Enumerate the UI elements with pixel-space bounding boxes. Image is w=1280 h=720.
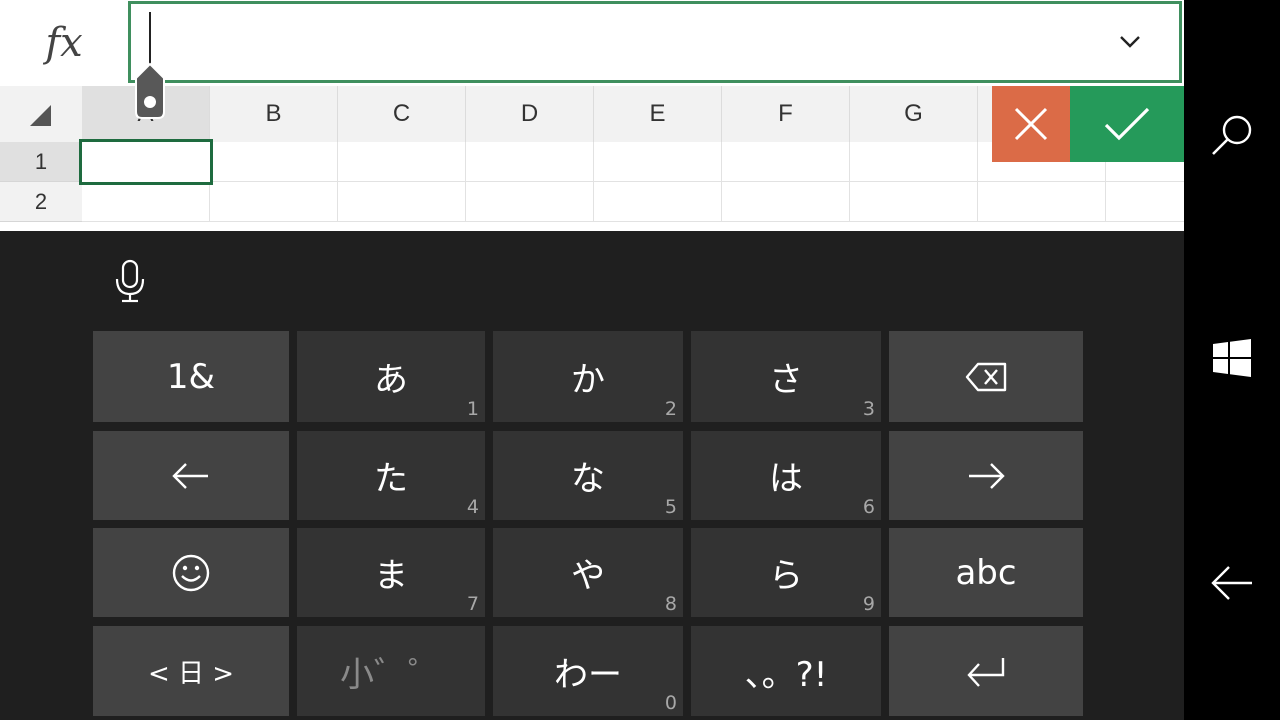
- key-enter[interactable]: [889, 626, 1083, 716]
- formula-input[interactable]: [128, 1, 1182, 83]
- key-wa-row[interactable]: わー 0: [493, 626, 683, 716]
- excel-app: fx A B C D E F G 1 2: [0, 0, 1184, 720]
- row-header-1[interactable]: 1: [0, 142, 82, 182]
- key-label: 、。?!: [744, 654, 828, 695]
- column-header-e[interactable]: E: [594, 86, 722, 142]
- key-cursor-right[interactable]: [889, 431, 1083, 520]
- key-small-dakuten[interactable]: 小゛゜: [297, 626, 485, 716]
- key-label: か: [571, 360, 605, 400]
- confirm-entry-button[interactable]: [1070, 86, 1184, 162]
- back-button[interactable]: [1184, 538, 1280, 628]
- key-numbers-symbols[interactable]: 1&: [93, 331, 289, 422]
- cell-g2[interactable]: [850, 182, 978, 222]
- cell-f1[interactable]: [722, 142, 850, 182]
- cell-d1[interactable]: [466, 142, 594, 182]
- key-sub-label: 0: [664, 692, 677, 714]
- key-label: 小゛゜: [340, 654, 442, 695]
- arrow-right-icon: [969, 462, 1005, 489]
- key-label: た: [374, 459, 408, 499]
- column-header-c[interactable]: C: [338, 86, 466, 142]
- key-sub-label: 4: [466, 496, 479, 518]
- microphone-icon[interactable]: [112, 259, 148, 303]
- cell-a2[interactable]: [82, 182, 210, 222]
- cell-c2[interactable]: [338, 182, 466, 222]
- column-header-b[interactable]: B: [210, 86, 338, 142]
- cancel-entry-button[interactable]: [992, 86, 1070, 162]
- key-ra-row[interactable]: ら 9: [691, 528, 881, 617]
- key-sa-row[interactable]: さ 3: [691, 331, 881, 422]
- key-sub-label: 7: [466, 593, 479, 615]
- chevron-down-icon[interactable]: [1119, 34, 1141, 50]
- fx-label: fx: [45, 20, 83, 66]
- key-ma-row[interactable]: ま 7: [297, 528, 485, 617]
- enter-icon: [967, 658, 1005, 687]
- start-button[interactable]: [1184, 313, 1280, 403]
- cell-d2[interactable]: [466, 182, 594, 222]
- cell-b1[interactable]: [210, 142, 338, 182]
- search-button[interactable]: [1184, 90, 1280, 180]
- search-icon: [1212, 115, 1252, 155]
- key-emoji[interactable]: [93, 528, 289, 617]
- key-label: な: [571, 459, 605, 499]
- arrow-left-icon: [172, 462, 208, 489]
- emoji-icon: [172, 554, 210, 591]
- key-label: あ: [374, 360, 408, 400]
- cell-f2[interactable]: [722, 182, 850, 222]
- key-abc[interactable]: abc: [889, 528, 1083, 617]
- key-punctuation[interactable]: 、。?!: [691, 626, 881, 716]
- key-language-switch[interactable]: < 日 >: [93, 626, 289, 716]
- key-ha-row[interactable]: は 6: [691, 431, 881, 520]
- key-label: abc: [955, 552, 1017, 593]
- cell-i2[interactable]: [1106, 182, 1184, 222]
- column-header-f[interactable]: F: [722, 86, 850, 142]
- selection-handle-icon[interactable]: [133, 62, 167, 120]
- select-all-button[interactable]: [0, 86, 82, 142]
- select-all-icon: [30, 105, 51, 126]
- key-ta-row[interactable]: た 4: [297, 431, 485, 520]
- key-sub-label: 9: [862, 593, 875, 615]
- active-cell-a1[interactable]: [79, 139, 213, 185]
- key-sub-label: 6: [862, 496, 875, 518]
- windows-logo-icon: [1213, 339, 1251, 377]
- key-label: ら: [769, 556, 803, 596]
- key-sub-label: 2: [664, 398, 677, 420]
- cell-g1[interactable]: [850, 142, 978, 182]
- key-label: は: [769, 459, 803, 499]
- key-label: < 日 >: [147, 658, 235, 689]
- key-label: や: [571, 556, 605, 596]
- key-label: 1&: [166, 356, 216, 397]
- key-a-row[interactable]: あ 1: [297, 331, 485, 422]
- column-header-g[interactable]: G: [850, 86, 978, 142]
- checkmark-icon: [1104, 107, 1150, 141]
- function-button[interactable]: fx: [0, 0, 128, 86]
- key-sub-label: 1: [466, 398, 479, 420]
- key-na-row[interactable]: な 5: [493, 431, 683, 520]
- column-header-d[interactable]: D: [466, 86, 594, 142]
- key-label: わー: [554, 654, 622, 695]
- cell-e2[interactable]: [594, 182, 722, 222]
- cancel-icon: [1014, 107, 1048, 141]
- backspace-icon: [965, 362, 1007, 391]
- japanese-keyboard: 1& あ 1 か 2 さ 3 た 4 な 5 は 6 ま 7 や 8 ら 9 a…: [0, 231, 1184, 720]
- key-sub-label: 3: [862, 398, 875, 420]
- key-sub-label: 5: [664, 496, 677, 518]
- key-label: ま: [374, 556, 408, 596]
- cell-b2[interactable]: [210, 182, 338, 222]
- text-cursor: [149, 12, 151, 64]
- row-header-2[interactable]: 2: [0, 182, 82, 222]
- key-backspace[interactable]: [889, 331, 1083, 422]
- key-cursor-left[interactable]: [93, 431, 289, 520]
- key-label: さ: [769, 360, 803, 400]
- cell-e1[interactable]: [594, 142, 722, 182]
- system-nav-bar: [1184, 0, 1280, 720]
- key-ya-row[interactable]: や 8: [493, 528, 683, 617]
- back-arrow-icon: [1211, 566, 1252, 600]
- cell-h2[interactable]: [978, 182, 1106, 222]
- cell-c1[interactable]: [338, 142, 466, 182]
- key-ka-row[interactable]: か 2: [493, 331, 683, 422]
- key-sub-label: 8: [664, 593, 677, 615]
